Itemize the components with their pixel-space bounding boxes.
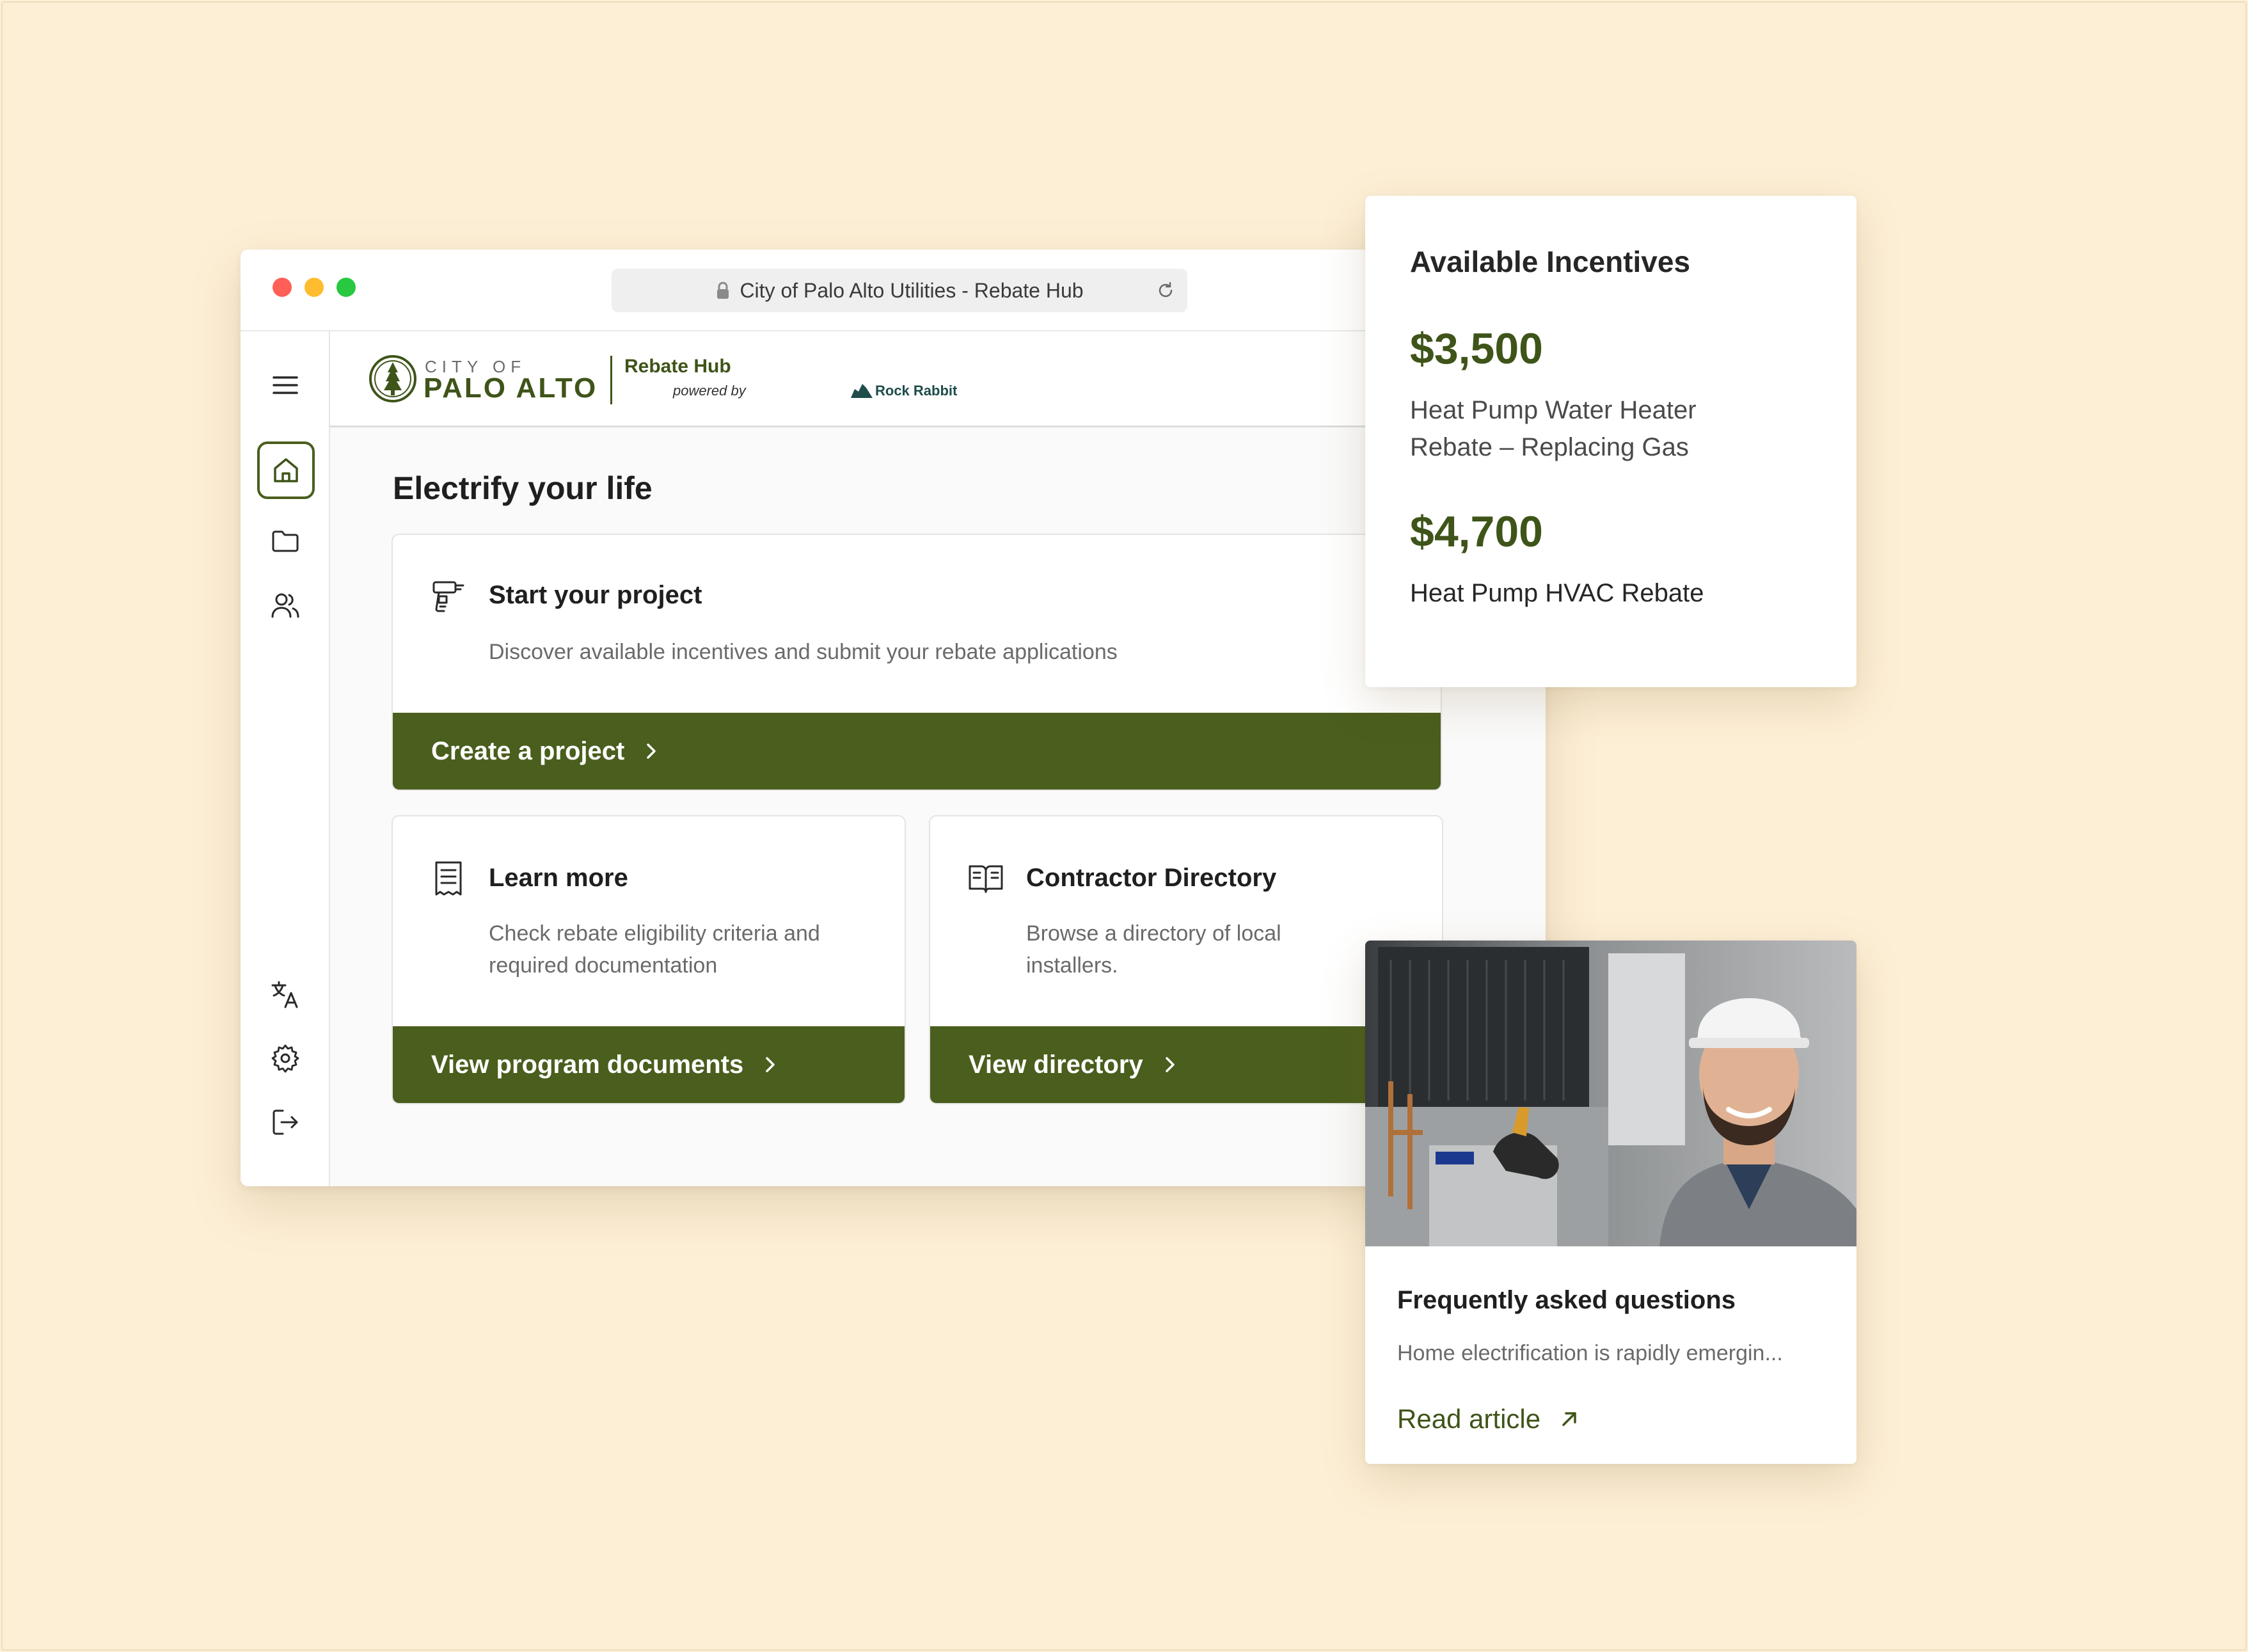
settings-icon — [271, 1044, 299, 1073]
logo-divider — [610, 356, 612, 404]
contractor-directory-description-line2: installers. — [1026, 953, 1118, 978]
lock-icon — [717, 282, 729, 299]
available-incentives-panel: Available Incentives $3,500 Heat Pump Wa… — [1365, 196, 1856, 687]
sidebar-item-home[interactable] — [257, 441, 315, 499]
sidebar-item-logout[interactable] — [269, 1106, 302, 1139]
view-program-documents-button[interactable]: View program documents — [393, 1026, 905, 1103]
start-project-title: Start your project — [489, 581, 702, 609]
incentive-amount: $3,500 — [1410, 324, 1543, 373]
logo-palo-alto: PALO ALTO — [423, 372, 598, 404]
start-project-description: Discover available incentives and submit… — [489, 640, 1118, 664]
logout-icon — [273, 1109, 298, 1135]
learn-more-title: Learn more — [489, 864, 628, 892]
address-bar[interactable]: City of Palo Alto Utilities - Rebate Hub — [612, 269, 1187, 312]
contractor-directory-description-line1: Browse a directory of local — [1026, 921, 1281, 946]
view-program-documents-label: View program documents — [431, 1050, 744, 1079]
faq-excerpt: Home electrification is rapidly emergin.… — [1397, 1341, 1783, 1365]
sidebar-item-users[interactable] — [269, 589, 302, 622]
sidebar-item-settings[interactable] — [269, 1042, 302, 1075]
learn-more-card: Learn more Check rebate eligibility crit… — [392, 815, 906, 1104]
drill-icon — [430, 578, 467, 616]
learn-more-description-line2: required documentation — [489, 953, 718, 978]
reload-icon[interactable] — [1155, 280, 1176, 301]
window-minimize-button[interactable] — [305, 278, 324, 297]
palo-alto-tree-logo[interactable] — [368, 354, 417, 403]
technician-photo — [1365, 941, 1856, 1246]
sidebar — [241, 331, 330, 1186]
chevron-right-icon — [766, 1057, 775, 1072]
learn-more-description-line1: Check rebate eligibility criteria and — [489, 921, 820, 946]
sidebar-item-folder[interactable] — [269, 525, 302, 558]
create-project-button[interactable]: Create a project — [393, 713, 1441, 790]
incentive-label-line1: Heat Pump Water Heater — [1410, 396, 1697, 424]
book-icon — [967, 860, 1004, 897]
read-article-label: Read article — [1397, 1404, 1541, 1434]
home-icon — [274, 458, 298, 482]
incentive-label-line1: Heat Pump HVAC Rebate — [1410, 579, 1704, 607]
arrow-up-right-icon — [1562, 1412, 1576, 1426]
main-content: Electrify your life Start your project D… — [330, 427, 1546, 1186]
window-close-button[interactable] — [273, 278, 292, 297]
browser-window: City of Palo Alto Utilities - Rebate Hub — [241, 250, 1546, 1186]
browser-titlebar: City of Palo Alto Utilities - Rebate Hub — [241, 250, 1546, 331]
users-icon — [271, 593, 299, 618]
incentive-amount: $4,700 — [1410, 507, 1543, 556]
address-text: City of Palo Alto Utilities - Rebate Hub — [740, 278, 1084, 302]
chevron-right-icon — [647, 743, 656, 759]
sidebar-item-language[interactable] — [269, 978, 302, 1011]
window-maximize-button[interactable] — [336, 278, 356, 297]
rock-rabbit-icon — [851, 384, 873, 398]
translate-icon — [271, 981, 298, 1008]
contractor-directory-title: Contractor Directory — [1026, 864, 1277, 892]
view-directory-label: View directory — [969, 1050, 1143, 1079]
create-project-label: Create a project — [431, 736, 625, 765]
incentive-label-line2: Rebate – Replacing Gas — [1410, 433, 1689, 461]
hub-title: Rebate Hub — [624, 356, 731, 377]
incentives-heading: Available Incentives — [1410, 245, 1691, 278]
faq-card[interactable]: Frequently asked questions Home electrif… — [1365, 941, 1856, 1464]
partner-name: Rock Rabbit — [875, 383, 958, 399]
start-project-card: Start your project Discover available in… — [392, 534, 1442, 791]
powered-by-label: powered by — [673, 383, 746, 399]
menu-icon[interactable] — [269, 369, 302, 402]
folder-icon — [272, 530, 299, 552]
page-title: Electrify your life — [393, 470, 653, 506]
app-header: CITY OF PALO ALTO Rebate Hub powered by … — [330, 331, 1546, 427]
document-icon — [430, 860, 467, 897]
read-article-link[interactable]: Read article — [1397, 1404, 1580, 1434]
faq-title: Frequently asked questions — [1397, 1286, 1736, 1314]
chevron-right-icon — [1165, 1057, 1175, 1072]
